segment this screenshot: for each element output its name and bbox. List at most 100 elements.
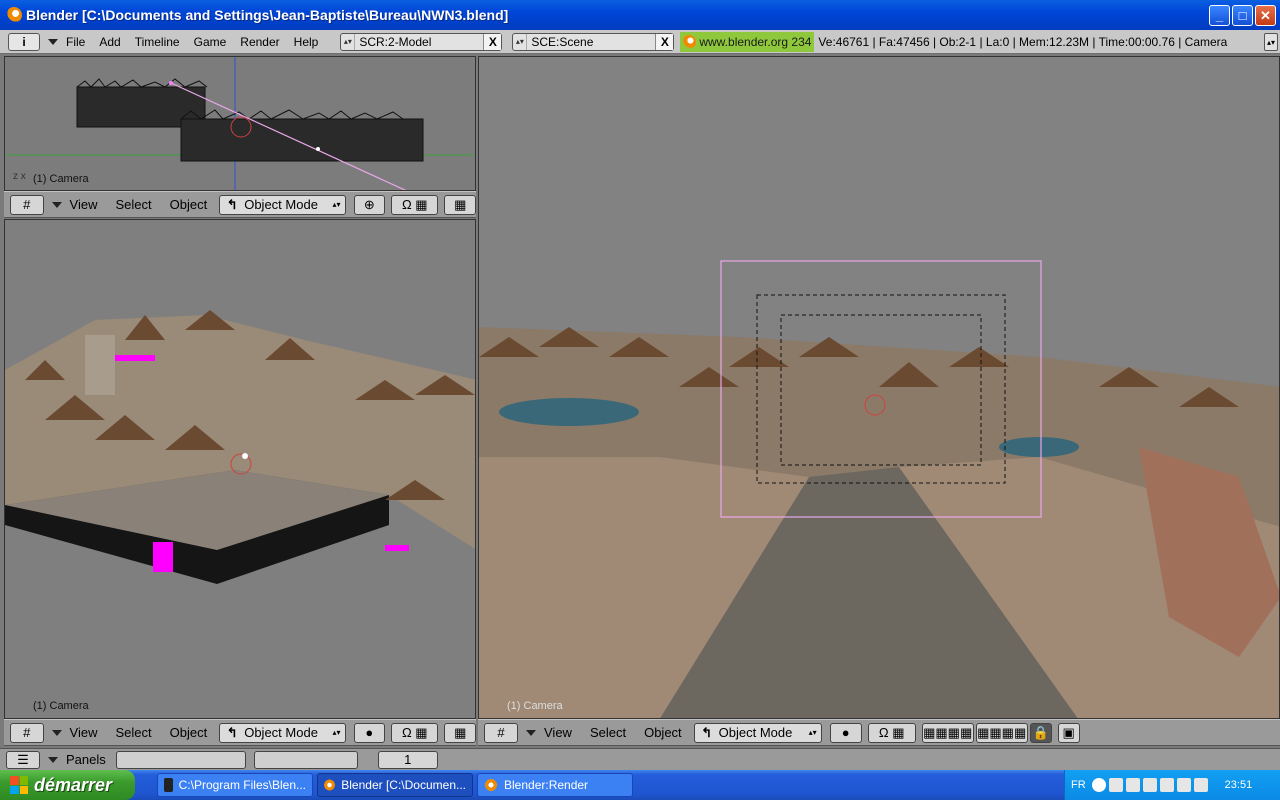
maximize-button[interactable]: □ xyxy=(1232,5,1253,26)
menu-timeline[interactable]: Timeline xyxy=(135,35,180,49)
panels-label[interactable]: Panels xyxy=(66,752,106,767)
solid-sphere-icon[interactable]: ● xyxy=(353,722,386,743)
menu-game[interactable]: Game xyxy=(194,35,227,49)
scene-stats: Ve:46761 | Fa:47456 | Ob:2-1 | La:0 | Me… xyxy=(818,34,1228,49)
wireframe-town xyxy=(76,78,424,162)
language-indicator[interactable]: FR xyxy=(1071,779,1086,791)
grid-icon[interactable]: # xyxy=(10,722,44,743)
system-tray: FR 23:51 xyxy=(1064,770,1280,800)
info-window-type-button[interactable]: i xyxy=(8,32,40,51)
mode-selector[interactable]: ↰ Object Mode ▴▾ xyxy=(219,194,346,215)
mode-label: Object Mode xyxy=(244,197,318,212)
buttons-window-header: ☰ Panels 1 xyxy=(0,748,1280,770)
grid-icon[interactable]: # xyxy=(10,194,44,215)
menu-help[interactable]: Help xyxy=(294,35,319,49)
layers-icon[interactable]: ▦ xyxy=(444,194,476,215)
axis-gizmo-icon: z x xyxy=(13,171,26,182)
menu-select[interactable]: Select xyxy=(116,197,152,212)
taskbar-item-console[interactable]: C:\Program Files\Blen... xyxy=(157,773,313,797)
screen-delete-button[interactable]: X xyxy=(483,33,502,50)
lock-icon[interactable]: 🔒 xyxy=(1029,722,1052,743)
menu-view[interactable]: View xyxy=(70,725,98,740)
blender-logo-icon xyxy=(324,778,336,792)
menu-render[interactable]: Render xyxy=(240,35,279,49)
mode-selector[interactable]: ↰ Object Mode ▴▾ xyxy=(219,722,346,743)
magnet-icon[interactable]: Ω ▦ xyxy=(391,722,439,743)
mode-label: Object Mode xyxy=(718,725,793,740)
layers-icon[interactable]: ▦▦▦▦ xyxy=(921,722,974,743)
collapse-header-icon[interactable] xyxy=(526,729,536,736)
mode-selector[interactable]: ↰ Object Mode ▴▾ xyxy=(693,722,822,743)
chevron-left-icon[interactable] xyxy=(1091,778,1106,792)
solid-sphere-icon[interactable]: ● xyxy=(829,722,862,743)
viewport-header-top: # View Select Object ↰ Object Mode ▴▾ ⊕ … xyxy=(4,191,476,218)
title-bar: Blender [C:\Documents and Settings\Jean-… xyxy=(0,0,1280,30)
viewport-header-camera: # View Select Object ↰ Object Mode ▴▾ ● … xyxy=(478,719,1280,746)
menu-view[interactable]: View xyxy=(70,197,98,212)
viewport-left[interactable]: (1) Camera xyxy=(4,219,476,719)
collapse-header-icon[interactable] xyxy=(51,729,62,736)
main-menu-bar: i File Add Timeline Game Render Help ▴▾ … xyxy=(0,30,1280,54)
network-icon[interactable] xyxy=(1108,778,1123,792)
scene-name[interactable]: SCE:Scene xyxy=(527,35,655,49)
left-viewport-canvas xyxy=(5,310,475,584)
dropdown-arrow-icon: ▴▾ xyxy=(332,200,341,209)
menu-file[interactable]: File xyxy=(66,35,85,49)
menu-object[interactable]: Object xyxy=(170,725,208,740)
task-label: C:\Program Files\Blen... xyxy=(178,778,306,792)
collapse-header-icon[interactable] xyxy=(48,756,58,763)
viewport-top[interactable]: z x (1) Camera xyxy=(4,56,476,191)
scene-browse-icon[interactable]: ▴▾ xyxy=(513,33,528,50)
close-button[interactable]: ✕ xyxy=(1255,5,1276,26)
screen-name[interactable]: SCR:2-Model xyxy=(355,35,483,49)
start-button[interactable]: démarrer xyxy=(0,770,135,800)
display-icon[interactable] xyxy=(1193,778,1208,792)
render-icon[interactable]: ▣ xyxy=(1057,722,1080,743)
screen-browse-icon[interactable]: ▴▾ xyxy=(341,33,356,50)
header-scroll-icon[interactable]: ▴▾ xyxy=(1264,33,1278,51)
window-title: Blender [C:\Documents and Settings\Jean-… xyxy=(26,7,509,23)
buttons-window-icon[interactable]: ☰ xyxy=(6,750,40,769)
taskbar: démarrer C:\Program Files\Blen... Blende… xyxy=(0,770,1280,800)
dropdown-arrow-icon: ▴▾ xyxy=(332,728,341,737)
camera-viewport-canvas xyxy=(479,260,1279,718)
security-icon[interactable] xyxy=(1142,778,1157,792)
scene-selector[interactable]: ▴▾ SCE:Scene X xyxy=(512,32,675,51)
dropdown-arrow-icon: ▴▾ xyxy=(808,728,817,737)
grid-icon[interactable]: # xyxy=(484,722,518,743)
magnet-icon[interactable]: Ω ▦ xyxy=(391,194,439,215)
menu-view[interactable]: View xyxy=(544,725,572,740)
blender-website-link[interactable]: www.blender.org 234 xyxy=(680,31,815,52)
taskbar-item-render[interactable]: Blender:Render xyxy=(477,773,633,797)
taskbar-item-blender[interactable]: Blender [C:\Documen... xyxy=(317,773,473,797)
panel-context-icons[interactable] xyxy=(115,750,246,769)
magnet-icon[interactable]: Ω ▦ xyxy=(867,722,916,743)
menu-add[interactable]: Add xyxy=(99,35,120,49)
collapse-menu-icon[interactable] xyxy=(48,38,58,45)
viewport-camera[interactable]: (1) Camera xyxy=(478,56,1280,719)
collapse-header-icon[interactable] xyxy=(51,201,62,208)
scene-delete-button[interactable]: X xyxy=(655,33,674,50)
windows-logo-icon xyxy=(10,776,28,794)
viewport-label: (1) Camera xyxy=(33,700,89,712)
start-label: démarrer xyxy=(34,774,113,795)
minimize-button[interactable]: _ xyxy=(1209,5,1230,26)
layers-icon[interactable]: ▦ xyxy=(444,722,476,743)
draw-type-icon[interactable]: ⊕ xyxy=(353,194,386,215)
menu-select[interactable]: Select xyxy=(116,725,152,740)
frame-number[interactable]: 1 xyxy=(404,752,411,767)
task-label: Blender [C:\Documen... xyxy=(341,778,466,792)
menu-select[interactable]: Select xyxy=(590,725,626,740)
frame-field[interactable]: 1 xyxy=(377,750,438,769)
viewport-header-left: # View Select Object ↰ Object Mode ▴▾ ● … xyxy=(4,719,476,746)
usb-icon[interactable] xyxy=(1176,778,1191,792)
layers-icon[interactable]: ▦▦▦▦ xyxy=(975,722,1028,743)
screen-selector[interactable]: ▴▾ SCR:2-Model X xyxy=(340,32,503,51)
menu-object[interactable]: Object xyxy=(170,197,208,212)
panel-subcontext-icons[interactable] xyxy=(253,750,358,769)
volume-icon[interactable] xyxy=(1125,778,1140,792)
top-viewport-canvas xyxy=(5,57,475,190)
blender-logo-icon xyxy=(682,34,697,49)
menu-object[interactable]: Object xyxy=(644,725,682,740)
messenger-icon[interactable] xyxy=(1159,778,1174,792)
